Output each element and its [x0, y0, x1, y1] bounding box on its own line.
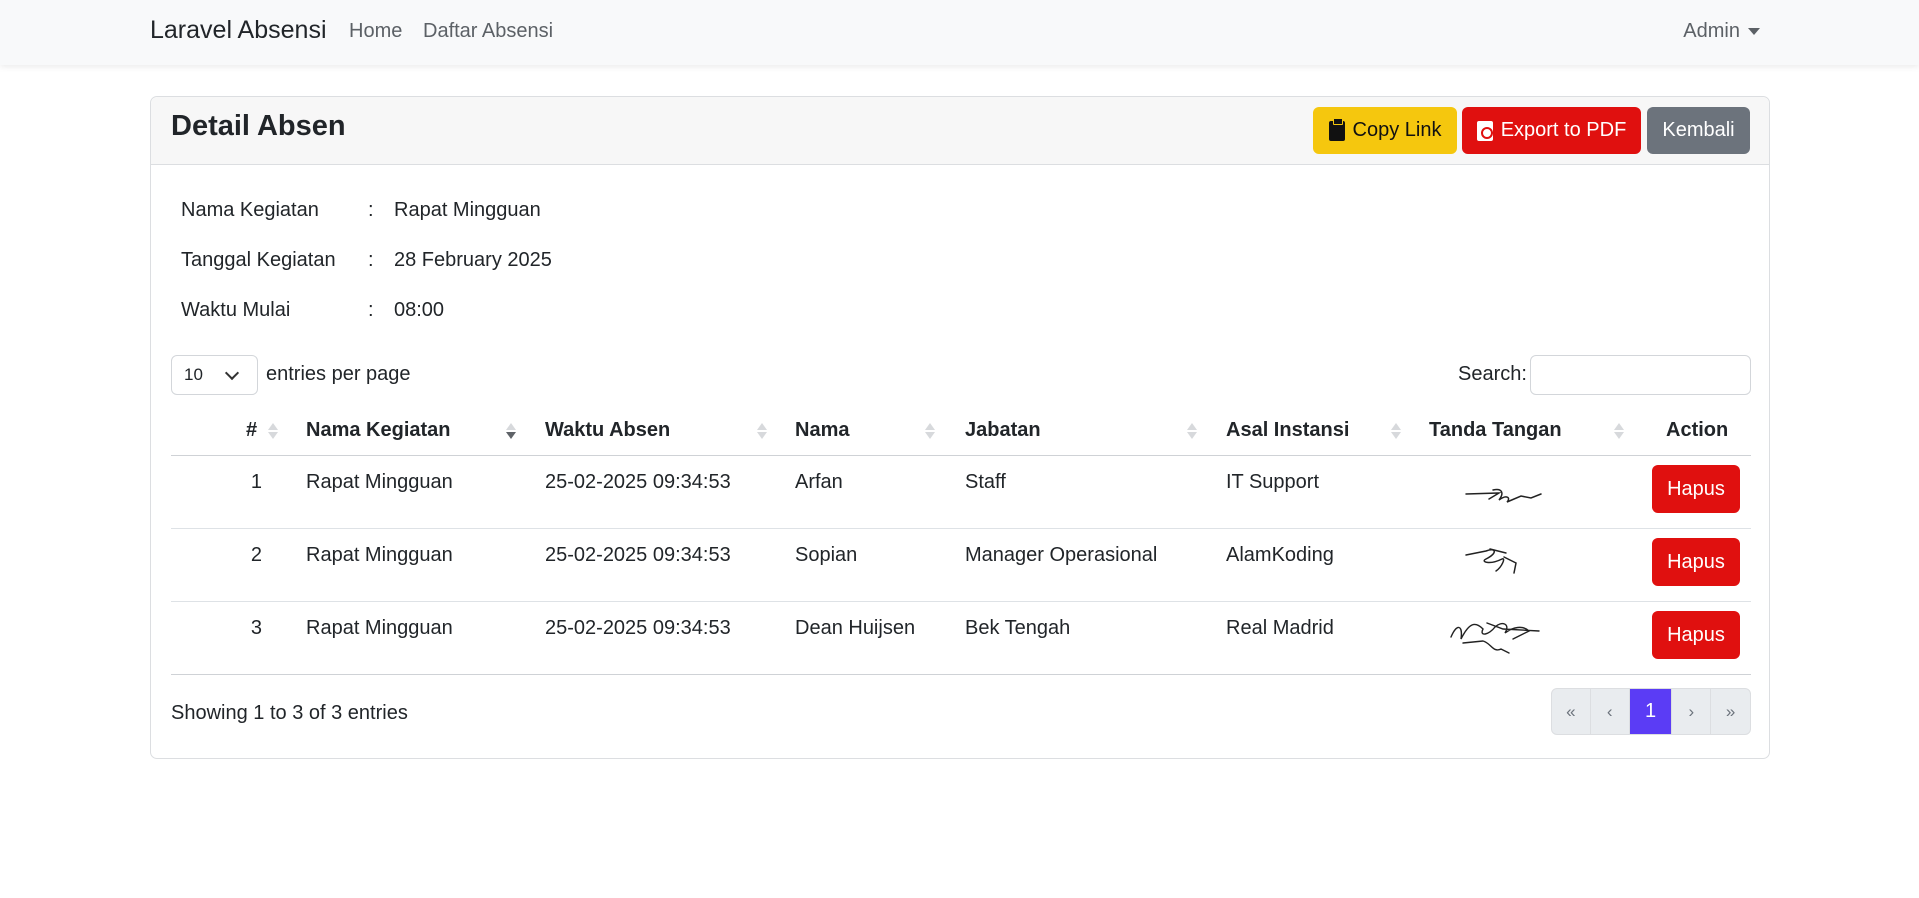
pagination-page-1[interactable]: 1 [1629, 689, 1673, 734]
sort-icon [268, 420, 278, 442]
cell-nama-kegiatan: Rapat Mingguan [306, 471, 453, 493]
export-pdf-label: Export to PDF [1500, 119, 1627, 141]
column-header-nama-kegiatan[interactable]: Nama Kegiatan [306, 419, 451, 442]
info-label: Nama Kegiatan [181, 199, 319, 221]
hapus-button[interactable]: Hapus [1652, 465, 1740, 513]
pagination-previous[interactable]: ‹ [1591, 689, 1630, 734]
pdf-file-icon [1476, 120, 1493, 141]
column-header-number[interactable]: # [246, 419, 257, 442]
cell-asal-instansi: IT Support [1226, 471, 1320, 493]
user-menu-dropdown[interactable]: Admin [1683, 20, 1760, 43]
cell-nama: Dean Huijsen [795, 617, 916, 639]
navbar-brand[interactable]: Laravel Absensi [150, 16, 327, 45]
info-value: 28 February 2025 [394, 249, 552, 271]
nav-link-home[interactable]: Home [349, 20, 402, 43]
signature-image [1450, 622, 1540, 654]
cell-number: 3 [250, 617, 262, 639]
signature-image [1465, 548, 1517, 574]
info-label: Tanggal Kegiatan [181, 249, 336, 271]
cell-jabatan: Staff [965, 471, 1006, 493]
cell-jabatan: Bek Tengah [965, 617, 1071, 639]
info-value: 08:00 [394, 299, 445, 321]
hapus-button[interactable]: Hapus [1652, 611, 1740, 659]
pagination-last[interactable]: » [1711, 689, 1750, 734]
cell-waktu-absen: 25-02-2025 09:34:53 [545, 617, 731, 639]
cell-nama: Arfan [795, 471, 843, 493]
cell-waktu-absen: 25-02-2025 09:34:53 [545, 471, 731, 493]
row-divider [171, 601, 1751, 602]
cell-asal-instansi: Real Madrid [1226, 617, 1334, 639]
table-header-divider [171, 455, 1751, 456]
row-divider [171, 528, 1751, 529]
column-header-asal-instansi[interactable]: Asal Instansi [1226, 419, 1349, 442]
clipboard-icon [1328, 117, 1345, 141]
entries-per-page-value: 10 [184, 365, 203, 384]
pagination-next[interactable]: › [1672, 689, 1712, 734]
cell-nama-kegiatan: Rapat Mingguan [306, 544, 453, 566]
entries-per-page-select[interactable]: 10 [171, 355, 258, 395]
hapus-button[interactable]: Hapus [1652, 538, 1740, 586]
pagination-first[interactable]: « [1552, 689, 1591, 734]
page-title: Detail Absen [171, 110, 346, 142]
column-header-tanda-tangan[interactable]: Tanda Tangan [1429, 419, 1562, 442]
search-input[interactable] [1530, 355, 1751, 395]
export-pdf-button[interactable]: Export to PDF [1462, 107, 1641, 154]
sort-icon [1187, 420, 1197, 442]
navbar: Laravel Absensi Home Daftar Absensi Admi… [0, 0, 1919, 65]
cell-nama-kegiatan: Rapat Mingguan [306, 617, 453, 639]
copy-link-button[interactable]: Copy Link [1313, 107, 1457, 154]
sort-icon [1614, 420, 1624, 442]
column-header-action: Action [1666, 419, 1729, 441]
info-value: Rapat Mingguan [394, 199, 541, 221]
cell-jabatan: Manager Operasional [965, 544, 1158, 566]
column-header-waktu-absen[interactable]: Waktu Absen [545, 419, 670, 442]
copy-link-label: Copy Link [1352, 119, 1442, 141]
column-header-nama[interactable]: Nama [795, 419, 849, 442]
sort-icon [925, 420, 935, 442]
info-label: Waktu Mulai [181, 299, 291, 321]
kembali-button[interactable]: Kembali [1647, 107, 1750, 154]
table-info: Showing 1 to 3 of 3 entries [171, 702, 408, 724]
chevron-down-icon [224, 365, 240, 381]
entries-per-page-label: entries per page [266, 363, 411, 385]
kembali-label: Kembali [1662, 119, 1735, 141]
cell-number: 2 [250, 544, 262, 566]
table-bottom-divider [171, 674, 1751, 675]
sort-descending-icon [506, 420, 516, 442]
cell-waktu-absen: 25-02-2025 09:34:53 [545, 544, 731, 566]
search-label: Search: [1458, 363, 1527, 385]
sort-icon [757, 420, 767, 442]
cell-asal-instansi: AlamKoding [1226, 544, 1334, 566]
sort-icon [1391, 420, 1401, 442]
nav-link-daftar-absensi[interactable]: Daftar Absensi [423, 20, 553, 43]
card-header: Detail Absen Copy Link Export to PDF Kem… [151, 97, 1769, 165]
pagination: « ‹ 1 › » [1551, 688, 1751, 735]
user-menu-label: Admin [1683, 20, 1740, 42]
cell-number: 1 [250, 471, 262, 493]
column-header-jabatan[interactable]: Jabatan [965, 419, 1041, 442]
cell-nama: Sopian [795, 544, 858, 566]
detail-card: Detail Absen Copy Link Export to PDF Kem… [150, 96, 1770, 759]
chevron-down-icon [1748, 28, 1760, 35]
signature-image [1465, 488, 1542, 503]
